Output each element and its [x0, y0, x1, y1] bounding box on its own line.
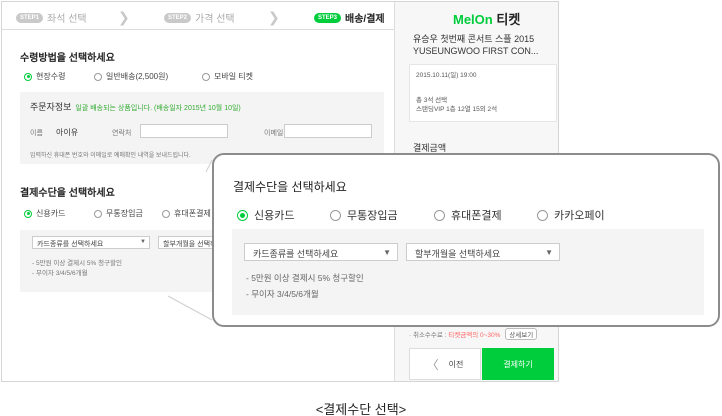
- radio-off-icon: [162, 209, 170, 218]
- payment-method-title: 결제수단을 선택하세요: [20, 188, 115, 199]
- card-type-select-value: 카드종류를 선택하세요: [253, 249, 339, 259]
- payment-note-2: - 무이자 3/4/5/6개월: [32, 270, 88, 277]
- radio-onsite[interactable]: 현장수령: [24, 71, 65, 82]
- step-3-badge: STEP3: [314, 12, 342, 23]
- chevron-right-icon: ❯: [268, 9, 280, 25]
- brand-name: MelOn: [453, 12, 493, 27]
- booking-info-box: 2015.10.11(일) 19:00 총 3석 선택 스탠딩VIP 1층 12…: [409, 64, 557, 122]
- name-label: 이름: [30, 130, 43, 137]
- seat-total: 총 3석 선택: [416, 97, 448, 104]
- card-type-select-value: 카드종류를 선택하세요: [37, 241, 104, 248]
- orderer-info-title: 주문자정보: [30, 102, 72, 112]
- step-bar: STEP1 좌석 선택 ❯ STEP2 가격 선택 ❯ STEP3 배송/결제: [2, 2, 394, 30]
- radio-off-icon: [202, 72, 210, 81]
- cancel-fee-info: · 취소수수료 : 티켓금액의 0~30% 상세보기: [409, 328, 538, 340]
- radio-off-icon: [434, 209, 445, 221]
- callout-radio-credit-card[interactable]: 신용카드: [237, 207, 294, 223]
- callout-payment-title: 결제수단을 선택하세요: [233, 180, 347, 194]
- radio-off-icon: [537, 209, 548, 221]
- email-label: 이메일: [264, 130, 284, 137]
- chevron-right-icon: ❯: [118, 9, 130, 25]
- radio-label: 휴대폰결제: [174, 209, 211, 218]
- pay-button[interactable]: 결제하기: [482, 348, 554, 380]
- radio-label: 무통장입금: [347, 210, 398, 222]
- figure-caption: <결제수단 선택>: [315, 402, 407, 416]
- name-value: 아이유: [56, 128, 79, 137]
- radio-label: 신용카드: [36, 209, 66, 218]
- dropdown-arrow-icon: ▼: [140, 239, 146, 245]
- step-1-label: 좌석 선택: [47, 14, 87, 25]
- brand-suffix: 티켓: [496, 12, 521, 27]
- melon-ticket-logo: MelOn 티켓: [453, 9, 520, 28]
- step-2-label: 가격 선택: [195, 14, 235, 25]
- payment-note-1: - 5만원 이상 결제시 5% 청구할인: [32, 260, 122, 267]
- card-type-select[interactable]: 카드종류를 선택하세요 ▼: [32, 236, 150, 249]
- show-date: 2015.10.11(일) 19:00: [416, 72, 477, 79]
- radio-mobile[interactable]: 모바일 티켓: [202, 71, 253, 82]
- radio-on-icon: [24, 72, 32, 81]
- step-3: STEP3 배송/결제: [314, 10, 385, 25]
- radio-label: 휴대폰결제: [451, 210, 502, 222]
- step-2-badge: STEP2: [164, 12, 192, 23]
- orderer-hint: 입력하신 휴대폰 번호와 이메일로 예매확인 내역을 보내드립니다.: [30, 153, 191, 159]
- prev-button[interactable]: 〈 이전: [409, 348, 481, 380]
- cancel-fee-rate: 티켓금액의 0~30%: [448, 332, 501, 339]
- radio-label: 현장수령: [36, 72, 66, 81]
- pay-button-label: 결제하기: [503, 359, 533, 369]
- phone-label: 연락처: [112, 130, 132, 137]
- callout-radio-bank-transfer[interactable]: 무통장입금: [330, 207, 398, 223]
- seat-detail: 스탠딩VIP 1층 12열 15외 2석: [416, 106, 498, 113]
- radio-delivery[interactable]: 일반배송(2,500원): [94, 71, 168, 82]
- callout-radio-phone-payment[interactable]: 휴대폰결제: [434, 207, 502, 223]
- step-2: STEP2 가격 선택: [164, 10, 235, 25]
- radio-on-icon: [237, 209, 248, 221]
- callout-installment-select[interactable]: 할부개월을 선택하세요 ▼: [406, 243, 560, 261]
- radio-on-icon: [24, 209, 32, 218]
- concert-title: 유승우 첫번째 콘서트 스플 2015 YUSEUNGWOO FIRST CON…: [413, 34, 539, 56]
- step-1: STEP1 좌석 선택: [16, 10, 87, 25]
- radio-label: 카카오페이: [554, 210, 605, 222]
- radio-label: 일반배송(2,500원): [106, 72, 169, 81]
- prev-button-label: 이전: [448, 359, 464, 369]
- chevron-left-icon: 〈: [426, 357, 439, 372]
- callout-payment-detail-box: 카드종류를 선택하세요 ▼ 할부개월을 선택하세요 ▼ - 5만원 이상 결제시 5…: [232, 229, 704, 315]
- radio-credit-card[interactable]: 신용카드: [24, 208, 65, 219]
- radio-phone-payment[interactable]: 휴대폰결제: [162, 208, 211, 219]
- cancel-fee-label: · 취소수수료 :: [409, 332, 447, 339]
- radio-bank-transfer[interactable]: 무통장입금: [94, 208, 143, 219]
- dropdown-arrow-icon: ▼: [545, 248, 553, 257]
- step-3-label: 배송/결제: [345, 14, 385, 25]
- radio-off-icon: [94, 209, 102, 218]
- delivery-note: 일괄 배송되는 상품입니다. (배송일자 2015년 10월 10일): [75, 105, 241, 112]
- radio-label: 신용카드: [254, 210, 295, 222]
- phone-input[interactable]: [140, 124, 228, 138]
- dropdown-arrow-icon: ▼: [383, 248, 391, 257]
- callout-card-type-select[interactable]: 카드종류를 선택하세요 ▼: [244, 243, 398, 261]
- email-input[interactable]: [284, 124, 372, 138]
- radio-label: 모바일 티켓: [214, 72, 254, 81]
- callout-payment-note-1: - 5만원 이상 결제시 5% 청구할인: [246, 273, 364, 283]
- installment-select-value: 할부개월을 선택하세요: [415, 249, 501, 259]
- step-1-badge: STEP1: [16, 12, 44, 23]
- fee-detail-button[interactable]: 상세보기: [505, 328, 538, 340]
- radio-off-icon: [330, 209, 341, 221]
- radio-off-icon: [94, 72, 102, 81]
- callout-payment-note-2: - 무이자 3/4/5/6개월: [246, 289, 319, 299]
- radio-label: 무통장입금: [106, 209, 143, 218]
- payment-method-zoom-callout: 결제수단을 선택하세요 신용카드 무통장입금 휴대폰결제 카카오페이 카드종류를…: [212, 153, 720, 327]
- callout-radio-kakaopay[interactable]: 카카오페이: [537, 207, 605, 223]
- receive-method-title: 수령방법을 선택하세요: [20, 53, 115, 64]
